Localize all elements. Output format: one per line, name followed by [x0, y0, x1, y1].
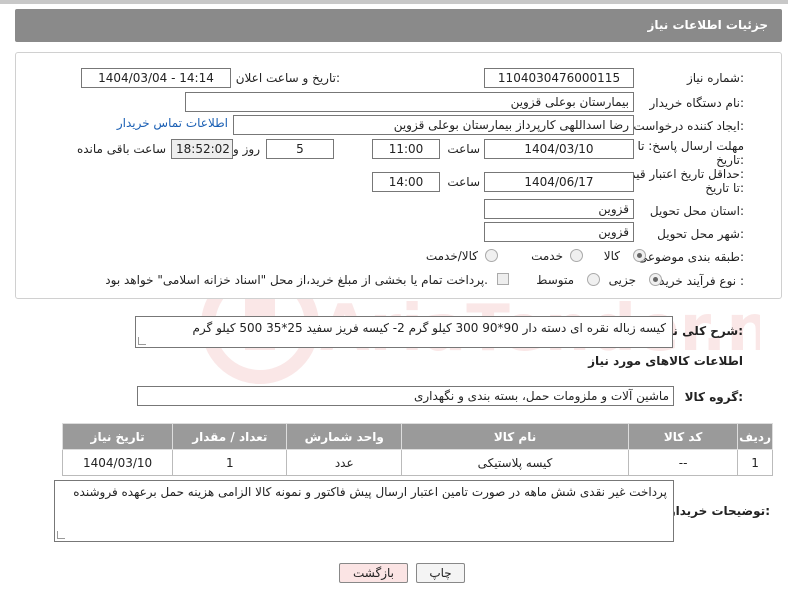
- province-label: استان محل تحویل:: [649, 204, 744, 218]
- cell-row: 1: [737, 449, 773, 476]
- creator-label: ایجاد کننده درخواست:: [633, 119, 744, 133]
- category-radio-service[interactable]: [570, 249, 583, 262]
- buyer-contact-link[interactable]: اطلاعات تماس خریدار: [117, 116, 228, 130]
- deadline-label-1: مهلت ارسال پاسخ: تا: [637, 139, 744, 153]
- city-field[interactable]: قزوین: [484, 222, 634, 242]
- th-qty: تعداد / مقدار: [172, 423, 288, 450]
- treasury-payment-note: پرداخت تمام یا بخشی از مبلغ خرید،از محل …: [105, 273, 488, 287]
- category-radio-both[interactable]: [485, 249, 498, 262]
- remaining-label: ساعت باقی مانده: [76, 142, 166, 156]
- buyer-org-field[interactable]: بیمارستان بوعلی قزوین: [185, 92, 634, 112]
- goods-group-label: گروه کالا:: [684, 390, 743, 404]
- remaining-time-field: 18:52:02: [171, 139, 233, 159]
- title-bar: جزئیات اطلاعات نیاز: [15, 9, 782, 42]
- goods-group-field[interactable]: ماشین آلات و ملزومات حمل، بسته بندی و نگ…: [137, 386, 674, 406]
- resize-grip-icon[interactable]: [57, 531, 65, 539]
- deadline-date-field[interactable]: 1404/03/10: [484, 139, 634, 159]
- buyer-notes-text: پرداخت غیر نقدی شش ماهه در صورت تامین اع…: [73, 485, 667, 499]
- need-number-label: شماره نیاز:: [686, 71, 744, 85]
- process-radio-minor[interactable]: [649, 273, 662, 286]
- city-label: شهر محل تحویل:: [657, 227, 744, 241]
- th-date: تاریخ نیاز: [61, 423, 174, 450]
- category-radio-goods[interactable]: [633, 249, 646, 262]
- goods-section-title: اطلاعات کالاهای مورد نیاز: [588, 354, 743, 368]
- days-label: روز و: [233, 142, 260, 156]
- buyer-notes-textarea[interactable]: پرداخت غیر نقدی شش ماهه در صورت تامین اع…: [54, 480, 674, 542]
- announce-field[interactable]: 1404/03/04 - 14:14: [81, 68, 231, 88]
- category-option-both: کالا/خدمت: [425, 249, 478, 263]
- page-title: جزئیات اطلاعات نیاز: [647, 18, 768, 32]
- buyer-notes-label: توضیحات خریدار:: [668, 504, 770, 518]
- price-validity-label-1: حداقل تاریخ اعتبار قیمت:: [617, 167, 744, 181]
- category-option-service: خدمت: [531, 249, 563, 263]
- process-radio-medium[interactable]: [587, 273, 600, 286]
- price-validity-label-2: تا تاریخ:: [705, 181, 744, 195]
- creator-field[interactable]: رضا اسداللهی کارپرداز بیمارستان بوعلی قز…: [233, 115, 634, 135]
- table-header-row: ردیف کد کالا نام کالا واحد شمارش تعداد /…: [61, 423, 773, 450]
- days-field[interactable]: 5: [266, 139, 334, 159]
- cell-unit: عدد: [286, 449, 403, 476]
- deadline-label-2: تاریخ:: [716, 153, 744, 167]
- process-label: نوع فرآیند خرید :: [659, 274, 744, 288]
- items-table: ردیف کد کالا نام کالا واحد شمارش تعداد /…: [61, 423, 773, 476]
- deadline-time-label: ساعت: [447, 142, 480, 156]
- category-label: طبقه بندی موضوعی:: [637, 250, 744, 264]
- cell-qty: 1: [172, 449, 288, 476]
- summary-text: کیسه زباله نقره ای دسته دار 90*90 300 کی…: [192, 321, 666, 335]
- cell-code: --: [628, 449, 739, 476]
- summary-textarea[interactable]: کیسه زباله نقره ای دسته دار 90*90 300 کی…: [135, 316, 673, 348]
- price-validity-time-label: ساعت: [447, 175, 480, 189]
- treasury-payment-checkbox[interactable]: [497, 273, 509, 285]
- province-field[interactable]: قزوین: [484, 199, 634, 219]
- need-number-field[interactable]: 1104030476000115: [484, 68, 634, 88]
- print-button[interactable]: چاپ: [416, 563, 465, 583]
- table-row[interactable]: 1 -- کیسه پلاستیکی عدد 1 1404/03/10: [61, 449, 773, 476]
- deadline-time-field[interactable]: 11:00: [372, 139, 440, 159]
- back-button[interactable]: بازگشت: [339, 563, 408, 583]
- resize-grip-icon[interactable]: [138, 337, 146, 345]
- th-row: ردیف: [737, 423, 773, 450]
- buyer-org-label: نام دستگاه خریدار:: [649, 96, 745, 110]
- th-name: نام کالا: [401, 423, 630, 450]
- process-option-minor: جزیی: [608, 273, 636, 287]
- category-option-goods: کالا: [603, 249, 620, 263]
- price-validity-time-field[interactable]: 14:00: [372, 172, 440, 192]
- th-unit: واحد شمارش: [286, 423, 403, 450]
- cell-date: 1404/03/10: [61, 449, 174, 476]
- process-option-medium: متوسط: [536, 273, 574, 287]
- price-validity-date-field[interactable]: 1404/06/17: [484, 172, 634, 192]
- cell-name: کیسه پلاستیکی: [401, 449, 630, 476]
- th-code: کد کالا: [628, 423, 739, 450]
